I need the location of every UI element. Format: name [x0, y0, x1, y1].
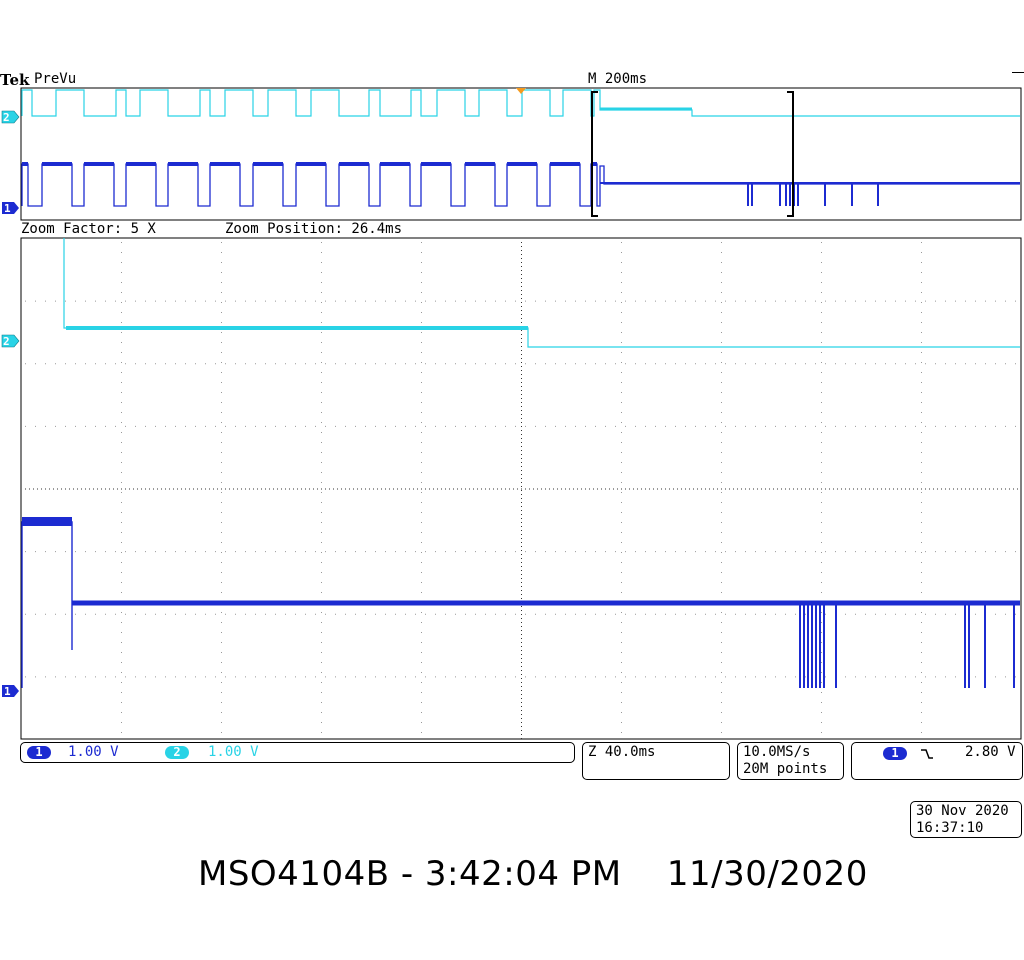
- zoom-ch1-high-band: [22, 517, 72, 526]
- falling-edge-icon: [921, 749, 933, 759]
- overview-ch2-marker-label: 2: [3, 111, 10, 124]
- channel-2-scale[interactable]: 1.00 V: [208, 744, 259, 760]
- zoom-ch2-marker[interactable]: 2: [1, 334, 20, 348]
- zoom-timebase-value: Z 40.0ms: [588, 744, 656, 760]
- record-length: 20M points: [743, 761, 828, 777]
- trigger-source-badge: 1: [883, 747, 907, 760]
- date: 30 Nov 2020: [916, 803, 1009, 819]
- overview-frame: [20, 87, 1022, 221]
- channel-1-scale[interactable]: 1.00 V: [68, 744, 119, 760]
- edge-marker: [1012, 72, 1024, 73]
- zoom-display[interactable]: 2 1: [0, 236, 1024, 742]
- zoom-ch2-marker-label: 2: [3, 335, 10, 348]
- trigger-box[interactable]: 1 2.80 V: [851, 742, 1023, 780]
- channel-1-badge[interactable]: 1: [27, 746, 51, 759]
- overview-ch1-marker-label: 1: [4, 202, 11, 215]
- zoom-timebase-box[interactable]: Z 40.0ms: [582, 742, 730, 780]
- sample-rate: 10.0MS/s: [743, 744, 811, 760]
- acquisition-mode: PreVu: [34, 71, 77, 87]
- channel-2-badge[interactable]: 2: [165, 746, 189, 759]
- acquisition-box[interactable]: 10.0MS/s 20M points: [737, 742, 844, 780]
- zoom-ch1-marker[interactable]: 1: [2, 685, 19, 698]
- channel-scale-readout[interactable]: 1 1.00 V 2 1.00 V: [20, 742, 575, 763]
- datetime-box: 30 Nov 2020 16:37:10: [910, 801, 1022, 838]
- time: 16:37:10: [916, 820, 984, 836]
- zoom-position-label: Zoom Position: 26.4ms: [225, 221, 403, 237]
- zoom-ch1-marker-label: 1: [4, 685, 11, 698]
- screenshot-caption: MSO4104B - 3:42:04 PM 11/30/2020: [198, 854, 868, 894]
- overview-ch2-marker[interactable]: 2: [1, 110, 20, 124]
- zoom-factor-label: Zoom Factor: 5 X: [21, 221, 156, 237]
- trigger-level: 2.80 V: [965, 744, 1016, 760]
- main-timebase: M 200ms: [588, 71, 648, 87]
- overview-ch1-marker[interactable]: 1: [2, 202, 19, 215]
- overview-display[interactable]: 2 1: [0, 86, 1024, 224]
